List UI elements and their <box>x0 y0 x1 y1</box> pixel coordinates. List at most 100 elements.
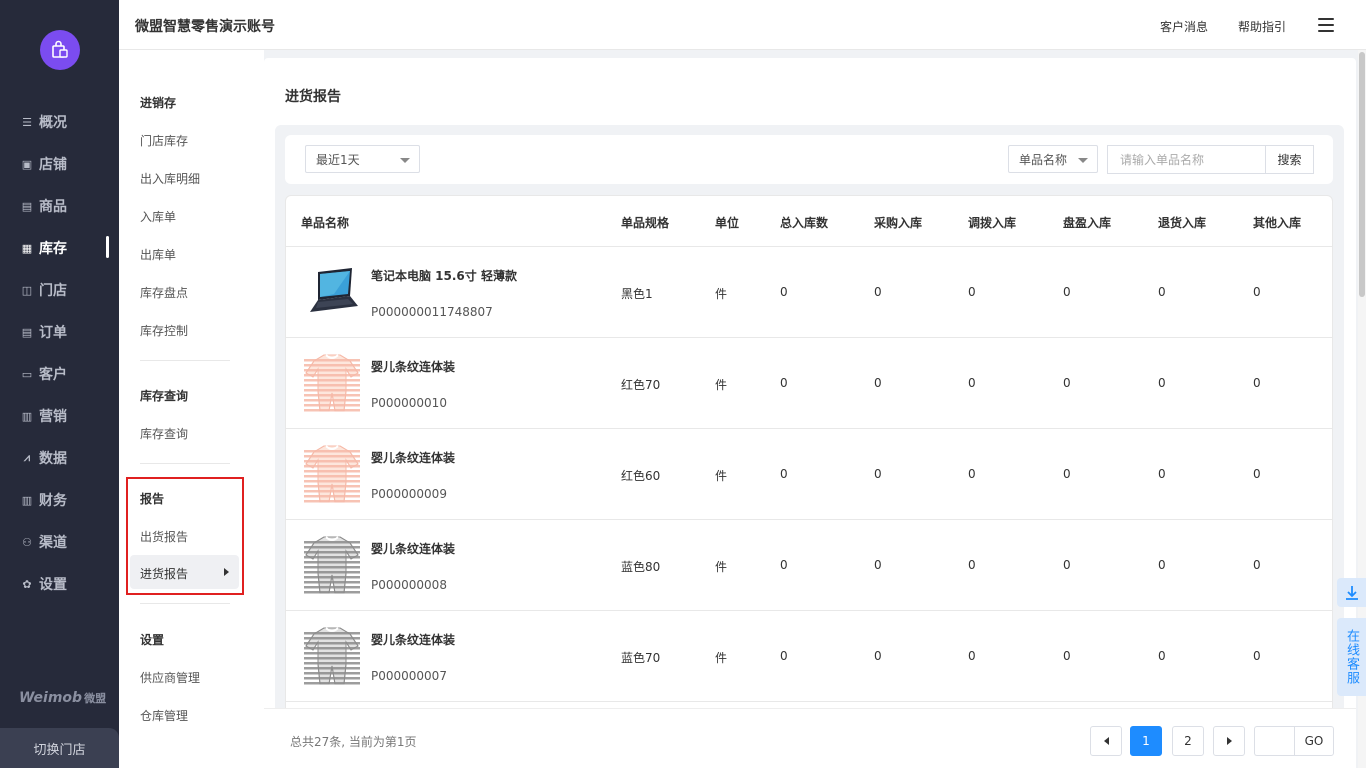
goto-page-button[interactable]: GO <box>1294 726 1334 756</box>
nav-item-label: 库存 <box>39 241 67 257</box>
nav-item-bar-chart[interactable]: ▥ 营销 <box>20 404 67 428</box>
switch-store-button[interactable]: 切换门店 <box>0 728 119 768</box>
nav-item-label: 商品 <box>39 199 67 215</box>
customer-message-link[interactable]: 客户消息 <box>1160 18 1208 35</box>
nav-item-order[interactable]: ▤ 订单 <box>20 320 67 344</box>
cell-surplus: 0 <box>1063 285 1071 299</box>
help-guide-link[interactable]: 帮助指引 <box>1238 18 1286 35</box>
nav-item-label: 概况 <box>39 115 67 131</box>
product-code: P000000009 <box>371 487 447 501</box>
column-header: 采购入库 <box>874 216 923 230</box>
channel-icon: ⚇ <box>22 535 32 549</box>
content-area: 最近1天 单品名称 搜索 单品名称 单品规格 单位 总入库数 采购入库 调拨入库… <box>275 125 1344 768</box>
submenu-item-stocktake[interactable]: 库存盘点 <box>140 284 188 301</box>
next-page-button[interactable] <box>1213 726 1245 756</box>
table-row: 婴儿条纹连体装 P000000009 红色60 件 0 0 0 0 0 0 <box>286 429 1332 520</box>
column-header: 其他入库 <box>1253 216 1302 230</box>
cell-spec: 黑色1 <box>621 287 653 301</box>
submenu-section-title: 进销存 <box>140 96 177 110</box>
cell-transfer: 0 <box>968 376 976 390</box>
nav-item-finance[interactable]: ▥ 财务 <box>20 488 67 512</box>
grid-icon: ▦ <box>21 241 33 255</box>
pagination-bar: 总共27条, 当前为第1页 1 2 GO <box>264 708 1356 768</box>
cell-transfer: 0 <box>968 285 976 299</box>
product-code: P000000008 <box>371 578 447 592</box>
submenu-divider <box>140 360 230 361</box>
active-nav-indicator <box>106 236 109 258</box>
settings-icon: ✿ <box>22 577 32 591</box>
hamburger-menu-icon[interactable] <box>1318 18 1334 32</box>
product-code: P000000011748807 <box>371 305 493 319</box>
submenu-item-outbound-order[interactable]: 出库单 <box>140 246 176 263</box>
nav-item-label: 渠道 <box>39 535 67 551</box>
search-field-select[interactable]: 单品名称 <box>1008 145 1098 173</box>
search-button[interactable]: 搜索 <box>1265 145 1314 174</box>
column-header: 调拨入库 <box>968 216 1017 230</box>
submenu-item-store-stock[interactable]: 门店库存 <box>140 132 188 149</box>
product-thumbnail <box>304 535 360 595</box>
cell-transfer: 0 <box>968 649 976 663</box>
cell-transfer: 0 <box>968 467 976 481</box>
download-icon <box>1345 585 1358 600</box>
cell-purchase: 0 <box>874 649 882 663</box>
submenu-item-inout-detail[interactable]: 出入库明细 <box>140 170 200 187</box>
column-header: 单品规格 <box>621 216 670 230</box>
app-logo-icon[interactable] <box>40 30 80 70</box>
nav-item-label: 订单 <box>39 325 67 341</box>
product-name: 婴儿条纹连体装 <box>371 542 456 556</box>
nav-item-store[interactable]: ◫ 门店 <box>20 278 67 302</box>
nav-item-list[interactable]: ☰ 概况 <box>20 110 67 134</box>
cell-surplus: 0 <box>1063 467 1071 481</box>
list-icon: ☰ <box>22 115 32 129</box>
nav-item-line-chart[interactable]: ⩘ 数据 <box>20 446 67 470</box>
submenu-item-stock-control[interactable]: 库存控制 <box>140 322 188 339</box>
column-header: 盘盈入库 <box>1063 216 1112 230</box>
table-row: 婴儿条纹连体装 P000000007 蓝色70 件 0 0 0 0 0 0 <box>286 611 1332 702</box>
cell-return: 0 <box>1158 649 1166 663</box>
cell-total: 0 <box>780 558 788 572</box>
nav-item-settings[interactable]: ✿ 设置 <box>20 572 67 596</box>
nav-item-label: 数据 <box>39 451 67 467</box>
date-range-select[interactable]: 最近1天 <box>305 145 420 173</box>
nav-item-label: 设置 <box>39 577 67 593</box>
nav-item-label: 营销 <box>39 409 67 425</box>
cell-return: 0 <box>1158 376 1166 390</box>
cell-unit: 件 <box>715 469 728 483</box>
submenu-item-stock-query[interactable]: 库存查询 <box>140 425 188 442</box>
nav-item-label: 门店 <box>39 283 67 299</box>
submenu-item-warehouse[interactable]: 仓库管理 <box>140 707 188 724</box>
cell-unit: 件 <box>715 651 728 665</box>
product-code: P000000010 <box>371 396 447 410</box>
cell-total: 0 <box>780 649 788 663</box>
search-input[interactable] <box>1107 145 1265 174</box>
nav-item-customer[interactable]: ▭ 客户 <box>20 362 67 386</box>
cell-transfer: 0 <box>968 558 976 572</box>
nav-item-shop[interactable]: ▣ 店铺 <box>20 152 67 176</box>
submenu-item-inbound-order[interactable]: 入库单 <box>140 208 176 225</box>
cell-purchase: 0 <box>874 376 882 390</box>
chevron-down-icon <box>1078 158 1088 163</box>
nav-item-goods[interactable]: ▤ 商品 <box>20 194 67 218</box>
cell-total: 0 <box>780 376 788 390</box>
account-title: 微盟智慧零售演示账号 <box>135 19 275 35</box>
cell-purchase: 0 <box>874 285 882 299</box>
goto-page-input[interactable] <box>1254 726 1294 756</box>
page-button-1[interactable]: 1 <box>1130 726 1162 756</box>
page-button-2[interactable]: 2 <box>1172 726 1204 756</box>
filter-bar: 最近1天 单品名称 搜索 <box>285 135 1333 184</box>
submenu-divider <box>140 603 230 604</box>
cell-other: 0 <box>1253 649 1261 663</box>
table-row: 婴儿条纹连体装 P000000010 红色70 件 0 0 0 0 0 0 <box>286 338 1332 429</box>
prev-page-button[interactable] <box>1090 726 1122 756</box>
cell-surplus: 0 <box>1063 558 1071 572</box>
submenu-section-title: 设置 <box>140 633 165 647</box>
column-header: 退货入库 <box>1158 216 1207 230</box>
submenu-item-supplier[interactable]: 供应商管理 <box>140 669 200 686</box>
download-float-button[interactable] <box>1337 578 1366 607</box>
nav-item-grid[interactable]: ▦ 库存 <box>20 236 67 260</box>
online-service-button[interactable]: 在线客服 <box>1337 618 1366 696</box>
cell-surplus: 0 <box>1063 649 1071 663</box>
pagination-summary: 总共27条, 当前为第1页 <box>290 735 417 749</box>
nav-item-channel[interactable]: ⚇ 渠道 <box>20 530 67 554</box>
scrollbar-thumb[interactable] <box>1359 52 1365 297</box>
